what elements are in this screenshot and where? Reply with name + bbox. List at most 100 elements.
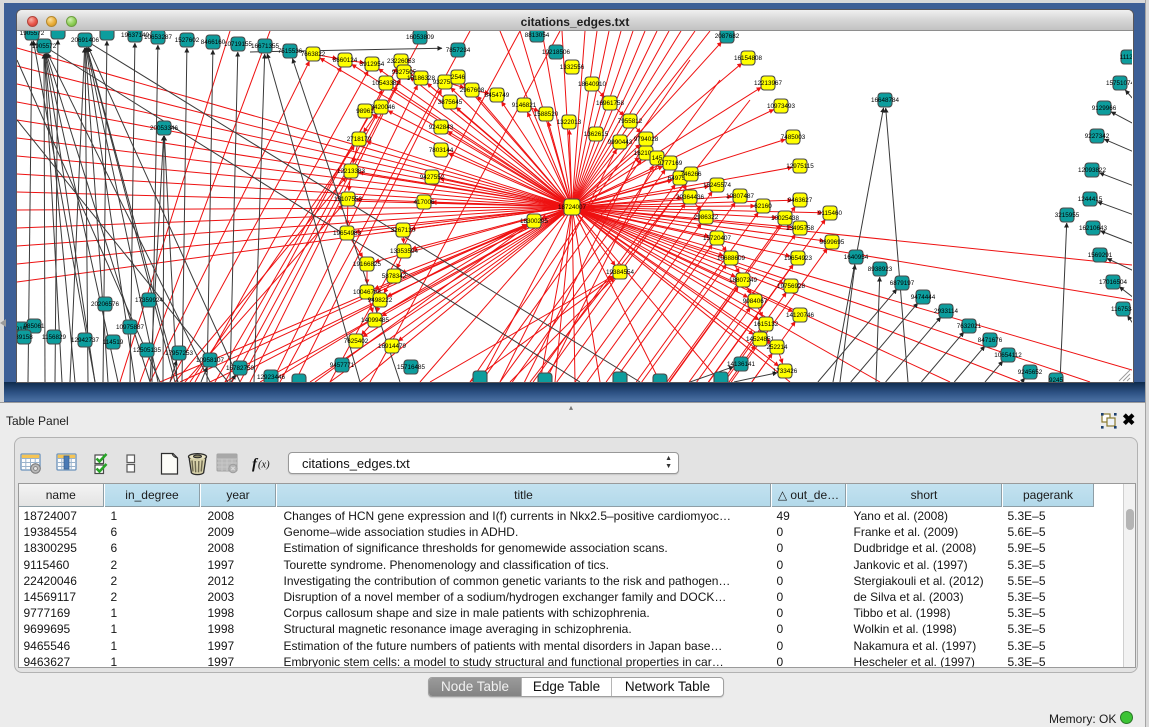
svg-text:10807487: 10807487 <box>726 193 755 200</box>
svg-text:16961758: 16961758 <box>596 100 625 107</box>
svg-text:8938923: 8938923 <box>868 266 893 273</box>
svg-text:3875645: 3875645 <box>438 99 463 106</box>
svg-text:39158: 39158 <box>17 334 33 341</box>
svg-text:19384554: 19384554 <box>606 269 635 276</box>
svg-text:10719155: 10719155 <box>224 41 253 48</box>
svg-text:9777169: 9777169 <box>658 160 683 167</box>
svg-text:18300295: 18300295 <box>520 218 549 225</box>
svg-text:3267130: 3267130 <box>391 227 416 234</box>
svg-text:20053346: 20053346 <box>150 125 179 132</box>
svg-text:252214: 252214 <box>766 344 788 351</box>
svg-text:8660124: 8660124 <box>333 57 358 64</box>
svg-text:17359924: 17359924 <box>135 297 164 304</box>
svg-text:14120746: 14120746 <box>786 312 815 319</box>
svg-text:9084067: 9084067 <box>743 298 768 305</box>
svg-text:9463627: 9463627 <box>788 197 813 204</box>
svg-text:18724007: 18724007 <box>558 204 587 211</box>
svg-text:2967608: 2967608 <box>460 87 485 94</box>
svg-text:16914479: 16914479 <box>378 343 407 350</box>
svg-text:7625402: 7625402 <box>344 338 369 345</box>
svg-text:(x): (x) <box>258 460 270 471</box>
svg-text:3215955: 3215955 <box>1055 212 1080 219</box>
svg-text:417006: 417006 <box>413 199 435 206</box>
svg-text:985061: 985061 <box>23 323 45 330</box>
svg-text:3912954: 3912954 <box>360 61 385 68</box>
svg-text:1322013: 1322013 <box>557 119 582 126</box>
svg-text:9427552: 9427552 <box>420 174 445 181</box>
svg-text:5878342: 5878342 <box>382 273 407 280</box>
svg-text:10654112: 10654112 <box>994 352 1022 359</box>
svg-text:7485003: 7485003 <box>781 134 806 141</box>
svg-text:10543382: 10543382 <box>372 80 401 87</box>
svg-text:18186328: 18186328 <box>407 75 436 82</box>
svg-text:12923446: 12923446 <box>257 374 286 381</box>
svg-text:9115460: 9115460 <box>818 210 843 217</box>
svg-text:10973493: 10973493 <box>767 103 796 110</box>
svg-text:6879197: 6879197 <box>890 280 915 287</box>
svg-text:9227342: 9227342 <box>1085 133 1110 140</box>
svg-text:1905572: 1905572 <box>32 43 57 50</box>
svg-text:7515536: 7515536 <box>278 48 303 55</box>
svg-text:9498222: 9498222 <box>368 297 393 304</box>
svg-text:1244415: 1244415 <box>1078 196 1103 203</box>
svg-text:7663822: 7663822 <box>301 51 326 58</box>
svg-text:20691406: 20691406 <box>71 37 100 44</box>
svg-text:16107553: 16107553 <box>334 196 363 203</box>
svg-text:15716485: 15716485 <box>397 364 426 371</box>
svg-text:2546: 2546 <box>451 74 466 81</box>
svg-text:8471676: 8471676 <box>978 337 1003 344</box>
svg-text:19218506: 19218506 <box>542 49 571 56</box>
svg-text:13495758: 13495758 <box>786 225 815 232</box>
svg-text:62160: 62160 <box>754 203 772 210</box>
svg-text:2087682: 2087682 <box>715 33 740 40</box>
svg-text:9474444: 9474444 <box>911 294 936 301</box>
svg-text:9699695: 9699695 <box>820 239 845 246</box>
svg-text:1905572: 1905572 <box>20 31 45 37</box>
svg-text:12505135: 12505135 <box>133 347 162 354</box>
svg-text:9990443: 9990443 <box>608 139 633 146</box>
svg-text:7632021: 7632021 <box>957 323 982 330</box>
svg-text:10688609: 10688609 <box>717 255 746 262</box>
svg-text:14136141: 14136141 <box>727 361 756 368</box>
svg-text:16245574: 16245574 <box>703 182 732 189</box>
svg-text:1156829: 1156829 <box>42 334 67 341</box>
svg-text:2986322: 2986322 <box>694 214 719 221</box>
svg-text:16210643: 16210643 <box>1079 225 1108 232</box>
svg-text:18807249: 18807249 <box>729 277 758 284</box>
svg-text:1527602: 1527602 <box>175 37 200 44</box>
svg-text:20206576: 20206576 <box>91 301 120 308</box>
svg-text:1615132: 1615132 <box>754 321 779 328</box>
svg-text:8813054: 8813054 <box>525 32 550 39</box>
svg-text:9245652: 9245652 <box>1018 369 1043 376</box>
svg-text:20364436: 20364436 <box>676 194 705 201</box>
svg-text:1588520: 1588520 <box>534 111 559 118</box>
svg-text:16053809: 16053809 <box>406 34 435 41</box>
svg-text:7857234: 7857234 <box>446 47 471 54</box>
svg-text:1167534: 1167534 <box>1111 306 1132 313</box>
svg-text:19654983: 19654983 <box>333 230 362 237</box>
svg-text:2933114: 2933114 <box>934 308 959 315</box>
svg-text:114519: 114519 <box>103 339 124 346</box>
svg-text:19654923: 19654923 <box>784 255 813 262</box>
svg-text:11123: 11123 <box>1120 54 1132 61</box>
svg-text:14099485: 14099485 <box>361 317 390 324</box>
svg-text:17957253: 17957253 <box>165 350 194 357</box>
svg-text:1362615: 1362615 <box>584 131 609 138</box>
svg-text:8466160: 8466160 <box>201 39 226 46</box>
svg-text:18640910: 18640910 <box>578 81 607 88</box>
svg-text:9245: 9245 <box>1049 377 1064 382</box>
svg-text:10958107: 10958107 <box>196 357 225 364</box>
svg-text:12093822: 12093822 <box>1078 167 1107 174</box>
svg-text:12942737: 12942737 <box>71 337 100 344</box>
svg-text:1733426: 1733426 <box>773 368 798 375</box>
svg-text:8454749: 8454749 <box>485 92 510 99</box>
svg-text:2718179: 2718179 <box>347 136 372 143</box>
svg-text:746266: 746266 <box>680 171 702 178</box>
svg-text:9794028: 9794028 <box>634 136 659 143</box>
svg-text:1332556: 1332556 <box>560 64 585 71</box>
svg-text:10653287: 10653287 <box>144 34 173 41</box>
svg-text:17016504: 17016504 <box>1099 279 1128 286</box>
svg-text:19756928: 19756928 <box>777 283 806 290</box>
svg-text:23226053: 23226053 <box>387 58 416 65</box>
svg-text:1640954: 1640954 <box>844 254 869 261</box>
